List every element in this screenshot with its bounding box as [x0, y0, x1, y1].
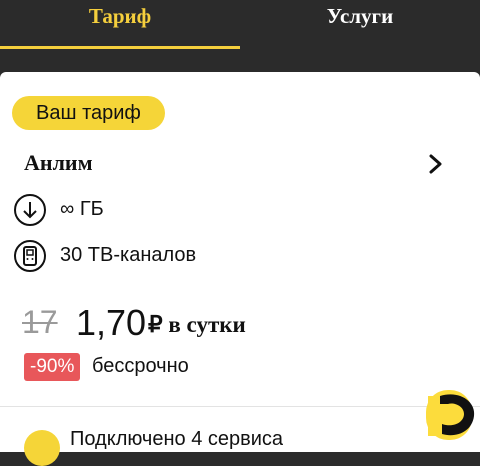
price-suffix: ₽ в сутки — [148, 312, 246, 337]
tv-set-top-box-icon — [14, 240, 46, 272]
your-tariff-badge: Ваш тариф — [12, 96, 165, 130]
tab-tariff-label: Тариф — [88, 4, 152, 28]
tariff-card: Ваш тариф Анлим ∞ ГБ 30 ТВ-каналов 17 1,… — [0, 72, 480, 466]
old-price: 17 — [22, 304, 58, 340]
discount-badge: -90% — [24, 353, 81, 381]
feature-tv-text: 30 ТВ-каналов — [60, 244, 197, 266]
app-logo-icon — [426, 390, 475, 440]
feature-internet: ∞ ГБ — [12, 192, 412, 228]
tab-services-label: Услуги — [326, 4, 394, 28]
feature-tv: 30 ТВ-каналов — [12, 238, 412, 274]
price-row: 17 1,70 ₽ в сутки — [22, 302, 462, 346]
tab-services[interactable]: Услуги — [240, 0, 480, 50]
active-tab-indicator — [0, 46, 240, 49]
services-icon — [24, 430, 60, 466]
tariff-name[interactable]: Анлим — [24, 150, 93, 176]
divider — [0, 406, 480, 407]
discount-term: бессрочно — [92, 355, 189, 377]
download-arrow-icon — [14, 194, 46, 226]
new-price: 1,70 — [76, 302, 147, 343]
top-tab-bar: Тариф Услуги — [0, 0, 480, 50]
feature-internet-text: ∞ ГБ — [60, 198, 104, 220]
chevron-right-icon[interactable] — [424, 150, 448, 178]
tab-tariff[interactable]: Тариф — [0, 0, 240, 50]
